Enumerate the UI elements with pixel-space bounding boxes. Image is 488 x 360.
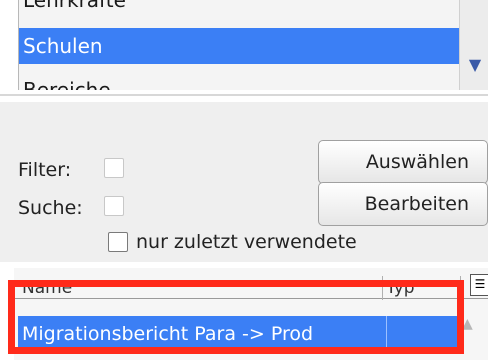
highlight-box xyxy=(8,280,464,354)
search-checkbox[interactable] xyxy=(104,196,124,216)
filter-checkbox[interactable] xyxy=(104,158,124,178)
list-item-lehrkraefte[interactable]: Lehrkräfte xyxy=(19,0,460,18)
chevron-down-icon[interactable]: ▼ xyxy=(466,56,484,74)
filter-label: Filter: xyxy=(18,159,72,181)
select-button[interactable]: Auswählen xyxy=(318,140,488,184)
recent-only-label: nur zuletzt verwendete xyxy=(136,231,357,253)
list-item-schulen[interactable]: Schulen xyxy=(19,28,460,64)
list-scrollbar[interactable]: ▼ xyxy=(459,0,488,90)
divider xyxy=(0,94,488,96)
list-item-bereiche[interactable]: Bereiche xyxy=(19,72,460,90)
edit-button[interactable]: Bearbeiten xyxy=(318,182,488,226)
category-list[interactable]: Lehrkräfte Schulen Bereiche xyxy=(18,0,460,90)
column-settings-icon[interactable]: ☰ xyxy=(470,274,488,296)
recent-only-checkbox[interactable] xyxy=(108,232,128,252)
search-label: Suche: xyxy=(18,197,83,219)
